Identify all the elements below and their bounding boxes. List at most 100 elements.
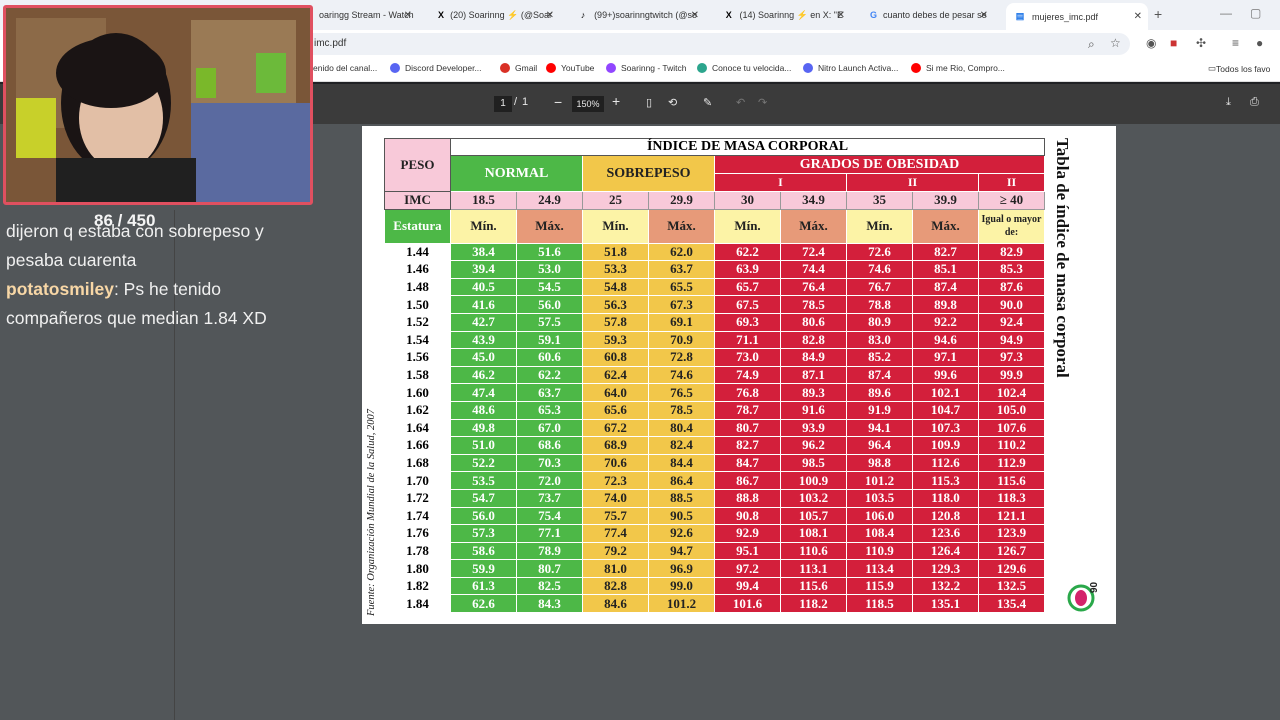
- bookmark-item[interactable]: Nitro Launch Activa...: [803, 63, 898, 73]
- obesidad-cell: 62.2: [714, 242, 781, 262]
- normal-cell: 47.4: [450, 383, 517, 402]
- bmi-table: PESO ÍNDICE DE MASA CORPORAL NORMAL SOBREPE…: [384, 138, 1045, 614]
- imc-value: 35: [846, 191, 913, 210]
- undo-icon[interactable]: ↶: [736, 96, 745, 109]
- sobrepeso-cell: 62.0: [648, 242, 715, 262]
- table-row: 1.76 57.3 77.1 77.4 92.6 92.9 108.1 108.4 123.6 1…: [384, 524, 1045, 543]
- estatura-cell: 1.58: [384, 365, 451, 385]
- estatura-cell: 1.76: [384, 524, 451, 543]
- print-icon[interactable]: ⎙: [1250, 96, 1259, 109]
- annotate-icon[interactable]: ✎: [703, 96, 712, 109]
- rotate-icon[interactable]: ⟲: [668, 96, 677, 109]
- zoom-level-input[interactable]: 150%: [572, 96, 604, 112]
- table-row: 1.66 51.0 68.6 68.9 82.4 82.7 96.2 96.4 109.9 110…: [384, 436, 1045, 455]
- obesidad-cell: 115.3: [912, 471, 979, 490]
- close-icon[interactable]: ✕: [1134, 11, 1142, 22]
- url-input[interactable]: imc.pdf: [300, 33, 1130, 55]
- bookmark-item[interactable]: Gmail: [500, 63, 537, 73]
- normal-cell: 53.5: [450, 471, 517, 490]
- sobrepeso-cell: 74.0: [582, 488, 649, 508]
- close-icon[interactable]: ✕: [837, 10, 845, 21]
- estatura-cell: 1.56: [384, 348, 451, 367]
- page-number-input[interactable]: 1: [494, 96, 512, 112]
- tab-title: mujeres_imc.pdf: [1032, 11, 1099, 22]
- normal-cell: 56.0: [450, 506, 517, 526]
- tab-6[interactable]: ▤ mujeres_imc.pdf ✕: [1006, 3, 1148, 30]
- table-row: 1.74 56.0 75.4 75.7 90.5 90.8 105.7 106.0 120.8 1…: [384, 506, 1045, 526]
- zoom-out-button[interactable]: −: [554, 94, 562, 110]
- bookmark-item[interactable]: Conoce tu velocida...: [697, 63, 791, 73]
- imc-value: 25: [582, 191, 649, 210]
- close-icon[interactable]: ✕: [691, 10, 699, 21]
- tab-2[interactable]: X (20) Soarinng ⚡ (@Soar ✕: [430, 3, 560, 27]
- sobrepeso-cell: 57.8: [582, 312, 649, 332]
- puzzle-icon[interactable]: ✣: [1196, 36, 1206, 50]
- normal-cell: 52.2: [450, 453, 517, 473]
- table-row: 1.52 42.7 57.5 57.8 69.1 69.3 80.6 80.9 92.2 92.4: [384, 312, 1045, 332]
- tab-title: (20) Soarinng ⚡ (@Soar: [450, 9, 552, 20]
- obesidad-cell: 83.0: [846, 330, 913, 350]
- normal-header: NORMAL: [450, 155, 583, 192]
- normal-cell: 48.6: [450, 400, 517, 420]
- close-icon[interactable]: ✕: [980, 10, 988, 21]
- fit-page-icon[interactable]: ▯: [646, 96, 652, 109]
- obesidad-cell: 72.6: [846, 242, 913, 262]
- obesidad-cell: 101.6: [714, 594, 781, 614]
- bookmark-label: Si me Rio, Compro...: [926, 63, 1005, 73]
- obesidad-cell: 78.5: [780, 295, 847, 314]
- new-tab-button[interactable]: +: [1154, 6, 1162, 22]
- sobrepeso-cell: 79.2: [582, 541, 649, 561]
- sobrepeso-cell: 70.9: [648, 330, 715, 350]
- tab-4[interactable]: X (14) Soarinng ⚡ en X: "E ✕: [716, 3, 851, 27]
- chat-message: potatosmiley: Ps he tenido compañeros qu…: [6, 275, 304, 333]
- estatura-cell: 1.54: [384, 330, 451, 350]
- bookmark-item[interactable]: Soarinng - Twitch: [606, 63, 687, 73]
- normal-cell: 42.7: [450, 312, 517, 332]
- download-icon[interactable]: ⤓: [1226, 96, 1231, 109]
- sobrepeso-cell: 65.5: [648, 277, 715, 297]
- obesidad-cell: 88.8: [714, 488, 781, 508]
- normal-cell: 70.3: [516, 453, 583, 473]
- bookmark-item[interactable]: Si me Rio, Compro...: [911, 63, 1005, 73]
- profile-icon[interactable]: ●: [1256, 36, 1263, 50]
- table-row: 1.56 45.0 60.6 60.8 72.8 73.0 84.9 85.2 97.1 97.3: [384, 348, 1045, 367]
- last-header: Igual o mayor de:: [978, 208, 1045, 244]
- tab-title: (99+)soarinngtwitch (@so: [594, 10, 697, 20]
- tab-3[interactable]: ♪ (99+)soarinngtwitch (@so ✕: [570, 3, 705, 27]
- sobrepeso-cell: 56.3: [582, 295, 649, 314]
- tab-1[interactable]: ▮oaringg Stream - Watch✕: [300, 3, 418, 27]
- sobrepeso-cell: 68.9: [582, 436, 649, 455]
- bookmark-star-icon[interactable]: ☆: [1110, 36, 1121, 50]
- zoom-in-button[interactable]: +: [612, 93, 620, 109]
- chat-username[interactable]: potatosmiley: [6, 279, 114, 299]
- extension-icon[interactable]: ◉: [1146, 36, 1156, 50]
- redo-icon[interactable]: ↷: [758, 96, 767, 109]
- logo-text: 06: [1087, 582, 1098, 594]
- bookmark-icon: [546, 63, 556, 73]
- extension-icon[interactable]: ■: [1170, 36, 1177, 50]
- obesidad-cell: 91.6: [780, 400, 847, 420]
- table-row: 1.78 58.6 78.9 79.2 94.7 95.1 110.6 110.9 126.4 1…: [384, 541, 1045, 561]
- bookmark-item[interactable]: enido del canal...: [313, 63, 377, 73]
- obesidad-cell: 82.9: [978, 242, 1045, 262]
- all-bookmarks-folder[interactable]: ▭ Todos los favo: [1208, 63, 1270, 74]
- bookmark-item[interactable]: YouTube: [546, 63, 594, 73]
- tab-5[interactable]: Gcuanto debes de pesar se ✕: [862, 3, 994, 27]
- page-total: 1: [522, 96, 529, 108]
- obesidad-cell: 123.9: [978, 524, 1045, 543]
- sobrepeso-cell: 62.4: [582, 365, 649, 385]
- close-icon[interactable]: ✕: [546, 10, 554, 21]
- bookmark-item[interactable]: Discord Developer...: [390, 63, 482, 73]
- zoom-icon[interactable]: ⌕: [1088, 37, 1095, 52]
- close-icon[interactable]: ✕: [404, 10, 412, 21]
- estatura-cell: 1.44: [384, 242, 451, 262]
- obesidad-cell: 135.4: [978, 594, 1045, 614]
- tiktok-icon: ♪: [580, 10, 586, 20]
- media-icon[interactable]: ≡: [1232, 36, 1239, 50]
- obesidad-cell: 110.6: [780, 541, 847, 561]
- obesidad-cell: 84.9: [780, 348, 847, 367]
- obesidad-cell: 123.6: [912, 524, 979, 543]
- maximize-icon[interactable]: ▢: [1250, 6, 1261, 20]
- minimize-icon[interactable]: —: [1220, 6, 1232, 20]
- obesidad-cell: 115.6: [780, 576, 847, 596]
